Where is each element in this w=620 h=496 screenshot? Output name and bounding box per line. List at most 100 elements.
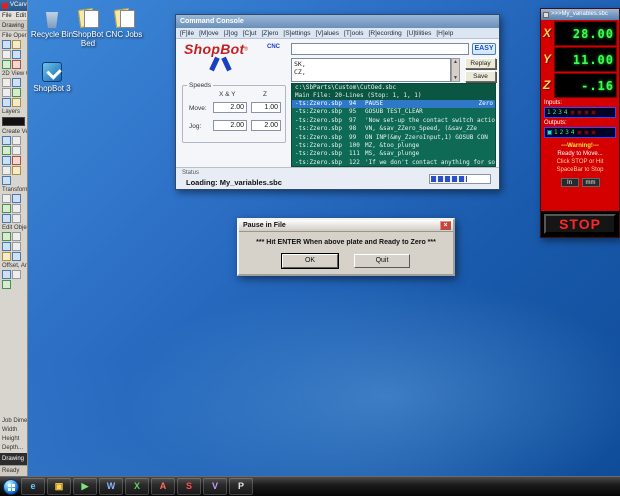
- desktop-icon-cnc-jobs[interactable]: CNC Jobs: [102, 8, 146, 39]
- position-titlebar[interactable]: >>>My_variables.sbc: [541, 9, 619, 20]
- menu-settings[interactable]: [S]ettings: [283, 30, 310, 37]
- vcarve-tool-icon[interactable]: [12, 146, 21, 155]
- vcarve-tool-icon[interactable]: [2, 156, 11, 165]
- menu-recording[interactable]: [R]ecording: [369, 30, 402, 37]
- close-icon[interactable]: ×: [440, 221, 451, 230]
- menu-file[interactable]: [F]ile: [180, 30, 194, 37]
- menu-utilities[interactable]: [U]tilities: [407, 30, 432, 37]
- taskbar-item-paint[interactable]: P: [229, 478, 253, 495]
- vcarve-bottom-tab-drawing[interactable]: Drawing: [0, 453, 27, 465]
- vcarve-tool-icon[interactable]: [12, 252, 21, 261]
- console-line[interactable]: -ts:Zzero.sbp 99 ON INP(&my_ZzeroInput,1…: [292, 134, 495, 142]
- pause-dialog-titlebar[interactable]: Pause in File ×: [239, 220, 453, 232]
- taskbar-item-adobe-reader[interactable]: A: [151, 478, 175, 495]
- vcarve-tool-icon[interactable]: [12, 232, 21, 241]
- taskbar-item-media-player[interactable]: ▶: [73, 478, 97, 495]
- command-console-titlebar[interactable]: Command Console: [176, 15, 499, 28]
- ok-button[interactable]: OK: [281, 253, 339, 269]
- vcarve-tool-icon[interactable]: [2, 194, 11, 203]
- vcarve-tool-icon[interactable]: [12, 50, 21, 59]
- console-line-current[interactable]: -ts:Zzero.sbp 94 PAUSE Zero: [292, 100, 495, 109]
- menu-values[interactable]: [V]alues: [316, 30, 340, 37]
- vcarve-tool-icon[interactable]: [12, 88, 21, 97]
- console-line[interactable]: -ts:Zzero.sbp 111 MS, &sav_plunge: [292, 150, 495, 158]
- taskbar-item-word[interactable]: W: [99, 478, 123, 495]
- start-button[interactable]: [3, 478, 19, 495]
- scroll-down-icon[interactable]: ▼: [452, 75, 459, 81]
- scroll-up-icon[interactable]: ▲: [452, 59, 459, 65]
- replay-button[interactable]: Replay: [465, 58, 496, 69]
- console-line[interactable]: -ts:Zzero.sbp 95 GOSUB TEST_CLEAR: [292, 108, 495, 116]
- vcarve-tool-icon[interactable]: [12, 242, 21, 251]
- recent-command[interactable]: CZ,: [294, 68, 448, 76]
- jog-xy-field[interactable]: 2.00: [213, 120, 247, 131]
- menu-cut[interactable]: [C]ut: [243, 30, 257, 37]
- taskbar-item-windows-explorer[interactable]: ▣: [47, 478, 71, 495]
- console-line[interactable]: -ts:Zzero.sbp 97 'Now set-up the contact…: [292, 117, 495, 125]
- move-z-field[interactable]: 1.00: [251, 102, 281, 113]
- vcarve-menu-edit[interactable]: Edit: [16, 13, 26, 19]
- taskbar-item-vcarve[interactable]: V: [203, 478, 227, 495]
- desktop-icon-shopbot-3[interactable]: ShopBot 3: [30, 62, 74, 93]
- vcarve-tool-icon[interactable]: [12, 98, 21, 107]
- vcarve-tool-icon[interactable]: [2, 176, 11, 185]
- taskbar-item-excel[interactable]: X: [125, 478, 149, 495]
- vcarve-tool-icon[interactable]: [12, 204, 21, 213]
- vcarve-tool-icon[interactable]: [12, 166, 21, 175]
- recent-commands-list[interactable]: SK, CZ,: [291, 58, 451, 82]
- vcarve-tool-icon[interactable]: [2, 40, 11, 49]
- vcarve-tool-icon[interactable]: [2, 50, 11, 59]
- vcarve-tool-icon[interactable]: [2, 204, 11, 213]
- recent-command[interactable]: SK,: [294, 60, 448, 68]
- vcarve-layers-dropdown[interactable]: [2, 117, 25, 126]
- file-console[interactable]: c:\SbParts\Custom\CutOed.sbc Main File: …: [291, 83, 496, 167]
- vcarve-tool-icon[interactable]: [2, 98, 11, 107]
- console-line[interactable]: -ts:Zzero.sbp 98 VN, &sav_ZZero_Speed, (…: [292, 125, 495, 133]
- inches-button[interactable]: In: [560, 178, 579, 187]
- vcarve-tab-drawing[interactable]: Drawing: [0, 21, 27, 31]
- vcarve-tool-icon[interactable]: [2, 252, 11, 261]
- vcarve-tool-icon[interactable]: [2, 232, 11, 241]
- easy-button[interactable]: EASY: [472, 43, 496, 55]
- recent-commands-scrollbar[interactable]: ▲ ▼: [451, 58, 460, 82]
- stop-button[interactable]: STOP: [544, 214, 616, 234]
- menu-help[interactable]: [H]elp: [436, 30, 453, 37]
- vcarve-tool-icon[interactable]: [12, 270, 21, 279]
- vcarve-tool-icon[interactable]: [12, 40, 21, 49]
- vcarve-tool-icon[interactable]: [2, 146, 11, 155]
- vcarve-tool-icon[interactable]: [2, 78, 11, 87]
- mm-button[interactable]: mm: [581, 178, 600, 187]
- vcarve-tool-icon[interactable]: [2, 270, 11, 279]
- vcarve-tool-icon[interactable]: [2, 280, 11, 289]
- vcarve-tool-icon[interactable]: [2, 214, 11, 223]
- taskbar-item-shopbot[interactable]: S: [177, 478, 201, 495]
- console-line-file: -ts:Zzero.sbp: [295, 133, 342, 141]
- jog-z-field[interactable]: 2.00: [251, 120, 281, 131]
- vcarve-tool-icon[interactable]: [2, 60, 11, 69]
- vcarve-menu-file[interactable]: File: [2, 13, 12, 19]
- x-axis-label: X: [543, 26, 552, 40]
- vcarve-tool-icon[interactable]: [12, 78, 21, 87]
- command-input[interactable]: [291, 43, 469, 55]
- vcarve-tool-icon[interactable]: [2, 166, 11, 175]
- vcarve-titlebar[interactable]: VCarve P: [0, 0, 27, 11]
- vcarve-tool-icon[interactable]: [2, 136, 11, 145]
- output-number: 2: [559, 129, 564, 136]
- vcarve-tool-icon[interactable]: [12, 214, 21, 223]
- taskbar-item-internet-explorer[interactable]: e: [21, 478, 45, 495]
- vcarve-tool-icon[interactable]: [12, 136, 21, 145]
- console-line[interactable]: -ts:Zzero.sbp 122 'If we don't contact a…: [292, 159, 495, 166]
- menu-move[interactable]: [M]ove: [199, 30, 219, 37]
- vcarve-tool-icon[interactable]: [2, 242, 11, 251]
- vcarve-tool-icon[interactable]: [12, 194, 21, 203]
- move-xy-field[interactable]: 2.00: [213, 102, 247, 113]
- menu-jog[interactable]: [J]og: [224, 30, 238, 37]
- menu-tools[interactable]: [T]ools: [344, 30, 364, 37]
- menu-zero[interactable]: [Z]ero: [261, 30, 278, 37]
- save-button[interactable]: Save: [465, 71, 496, 82]
- vcarve-tool-icon[interactable]: [2, 88, 11, 97]
- quit-button[interactable]: Quit: [354, 254, 410, 268]
- console-line[interactable]: -ts:Zzero.sbp 100 MZ, &too_plunge: [292, 142, 495, 150]
- vcarve-tool-icon[interactable]: [12, 156, 21, 165]
- vcarve-tool-icon[interactable]: [12, 60, 21, 69]
